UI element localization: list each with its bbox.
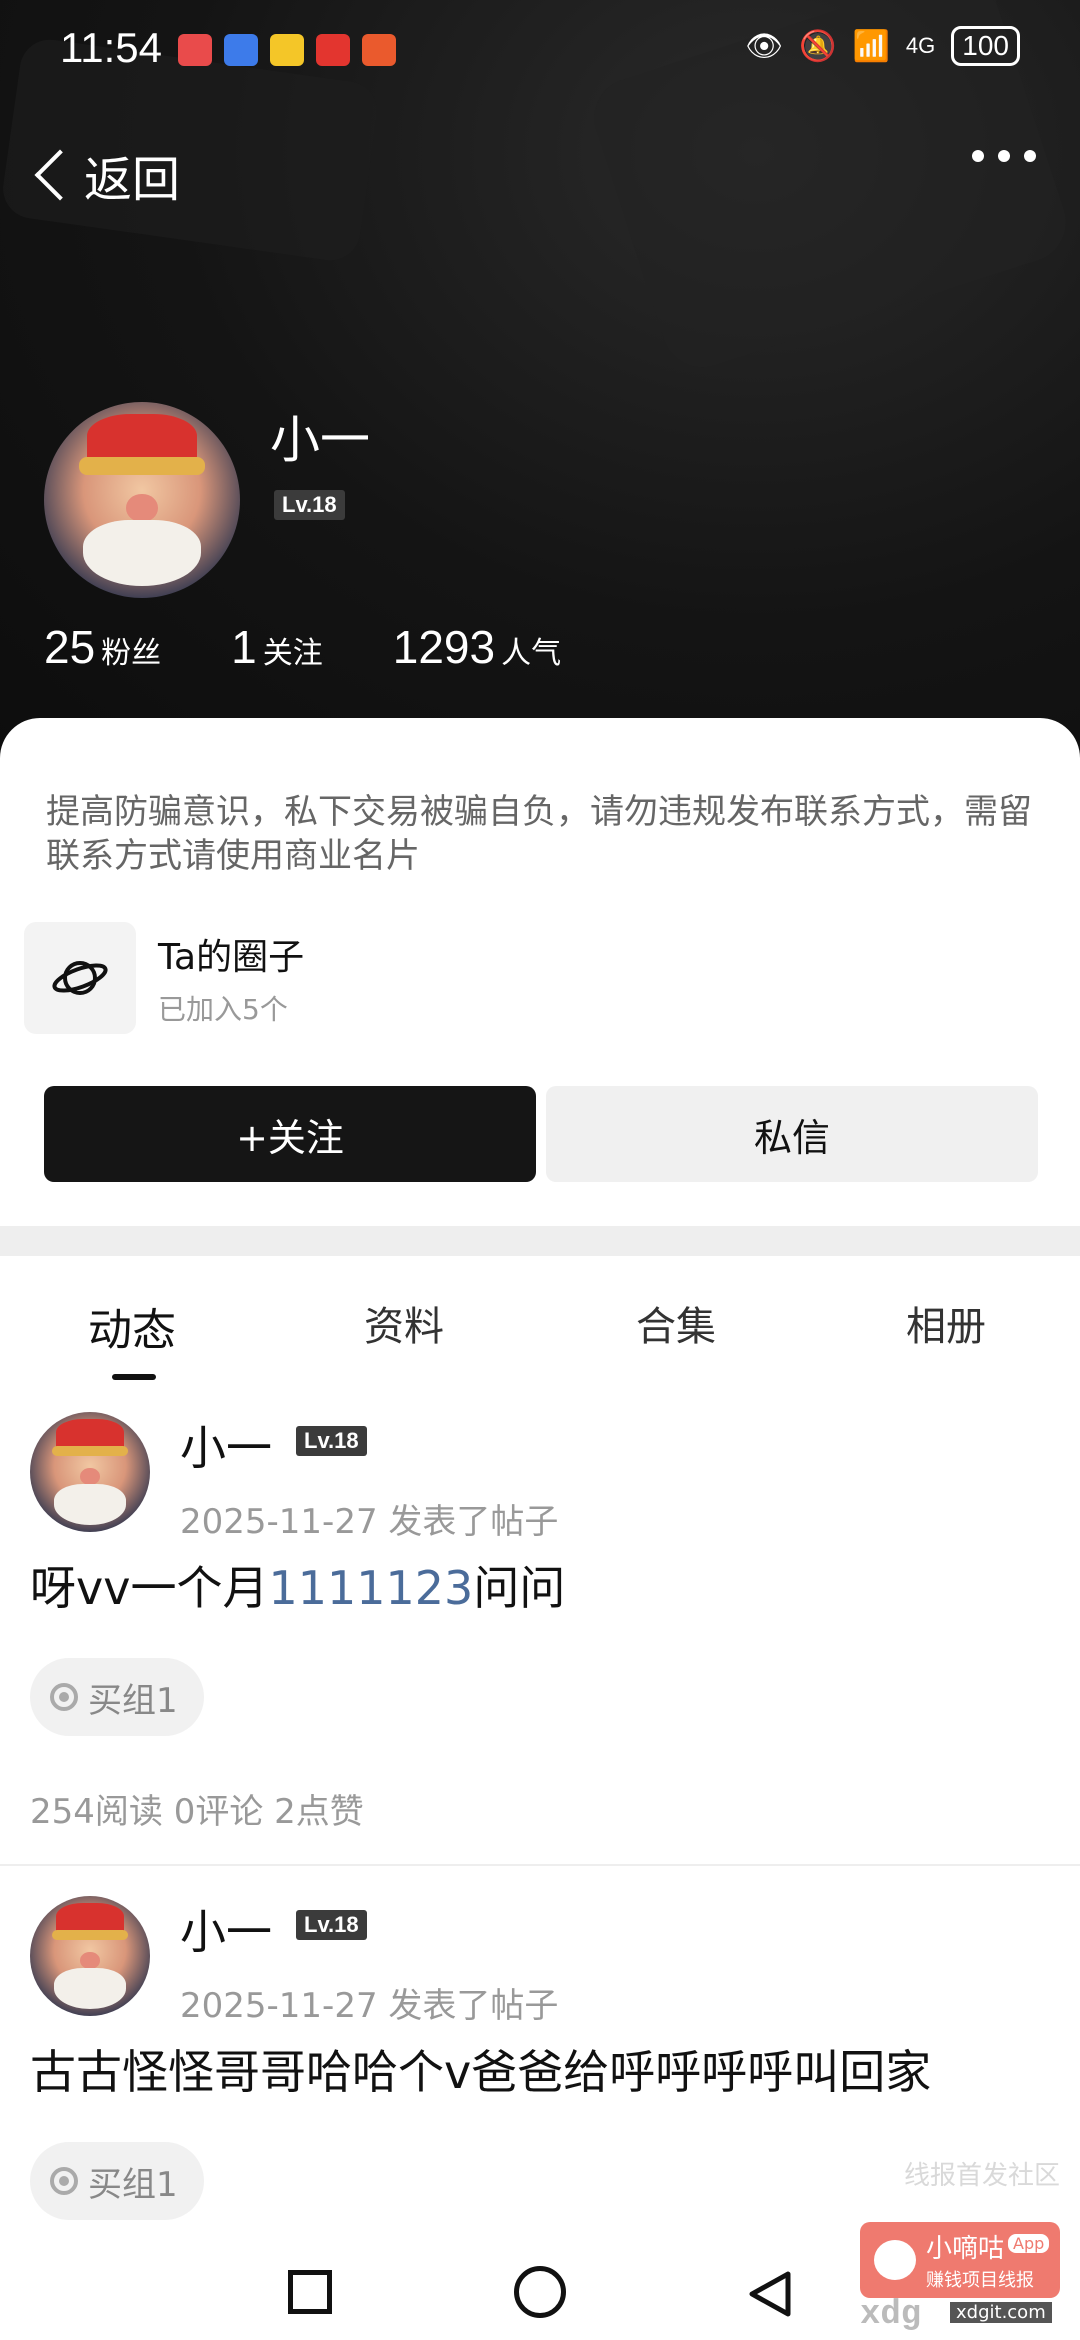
divider xyxy=(0,1864,1080,1866)
back-label: 返回 xyxy=(84,152,181,208)
watermark-url-small: xdgit.com xyxy=(950,2302,1052,2323)
post-author: 小一 xyxy=(180,1905,272,1959)
recents-button[interactable] xyxy=(288,2270,332,2314)
post-content: 古古怪怪哥哥哈哈个v爸爸给呼呼呼呼叫回家 xyxy=(30,2045,932,2099)
profile-tabs: 动态 资料 合集 相册 xyxy=(0,1256,1080,1386)
circle-tag[interactable]: 买组1 xyxy=(30,2142,204,2220)
anti-fraud-notice: 提高防骗意识，私下交易被骗自负，请勿违规发布联系方式，需留联系方式请使用商业名片 xyxy=(46,792,1032,876)
avatar[interactable] xyxy=(30,1412,150,1532)
circle-subtitle: 已加入5个 xyxy=(158,993,288,1026)
status-bar: 11:54 👁 🔕 📶 4G 100 xyxy=(0,20,1080,80)
dot-icon xyxy=(1024,150,1036,162)
message-app-icon xyxy=(224,34,258,66)
message-button[interactable]: 私信 xyxy=(546,1086,1038,1182)
notification-app-icon xyxy=(270,34,304,66)
stat-fans[interactable]: 25 粉丝 xyxy=(44,620,161,674)
level-badge: Lv.18 xyxy=(296,1426,367,1456)
level-badge: Lv.18 xyxy=(296,1910,367,1940)
more-options-button[interactable] xyxy=(972,150,1036,162)
post-link[interactable]: 1111123 xyxy=(268,1561,473,1615)
back-triangle-icon[interactable] xyxy=(744,2268,796,2320)
profile-name: 小一 xyxy=(270,411,370,469)
stat-popularity: 1293 人气 xyxy=(392,621,562,673)
tab-feed[interactable]: 动态 xyxy=(88,1294,176,1358)
profile-header-background: 11:54 👁 🔕 📶 4G 100 返回 小一 Lv.18 25 粉丝 1 关… xyxy=(0,0,1080,760)
post-stats: 254阅读 0评论 2点赞 xyxy=(30,1792,364,1832)
mute-bell-icon: 🔕 xyxy=(799,28,837,64)
notification-app-icon xyxy=(316,34,350,66)
watermark-text: 线报首发社区 xyxy=(903,2161,1060,2191)
chevron-left-icon xyxy=(34,149,86,201)
watermark-url: xdg xyxy=(860,2296,922,2334)
list-item[interactable]: 小一 Lv.18 2025-11-27 发表了帖子 呀vv一个月1111123问… xyxy=(0,1412,1080,1852)
battery-indicator: 100 xyxy=(951,26,1020,66)
follow-button[interactable]: +关注 xyxy=(44,1086,536,1182)
home-button[interactable] xyxy=(514,2266,566,2318)
level-badge: Lv.18 xyxy=(274,490,345,520)
mascot-icon xyxy=(874,2240,916,2280)
stat-following[interactable]: 1 关注 xyxy=(231,620,323,674)
post-date: 2025-11-27 发表了帖子 xyxy=(180,1502,559,1542)
circle-tag[interactable]: 买组1 xyxy=(30,1658,204,1736)
dot-icon xyxy=(998,150,1010,162)
circle-entry[interactable]: Ta的圈子 已加入5个 xyxy=(24,922,304,1034)
eye-icon: 👁 xyxy=(745,28,784,64)
tab-info[interactable]: 资料 xyxy=(364,1294,444,1352)
post-date: 2025-11-27 发表了帖子 xyxy=(180,1986,559,2026)
notification-app-icon xyxy=(178,34,212,66)
avatar[interactable] xyxy=(30,1896,150,2016)
circle-title: Ta的圈子 xyxy=(158,937,305,978)
post-author: 小一 xyxy=(180,1421,272,1475)
status-time: 11:54 xyxy=(60,24,162,71)
wifi-icon: 📶 xyxy=(852,28,890,64)
tab-album[interactable]: 相册 xyxy=(906,1294,986,1352)
target-icon xyxy=(50,2167,78,2195)
tab-collections[interactable]: 合集 xyxy=(636,1294,716,1352)
watermark-logo: 小嘀咕 App 赚钱项目线报 xyxy=(860,2222,1060,2298)
dot-icon xyxy=(972,150,984,162)
target-icon xyxy=(50,1683,78,1711)
network-label: 4G xyxy=(905,33,936,58)
post-content: 呀vv一个月1111123问问 xyxy=(30,1561,566,1615)
back-button[interactable]: 返回 xyxy=(28,140,180,210)
planet-icon xyxy=(24,922,136,1034)
section-divider xyxy=(0,1226,1080,1256)
avatar[interactable] xyxy=(44,402,240,598)
profile-stats: 25 粉丝 1 关注 1293 人气 xyxy=(44,620,631,674)
active-tab-indicator xyxy=(112,1374,156,1380)
notification-app-icon xyxy=(362,34,396,66)
profile-card: 提高防骗意识，私下交易被骗自负，请勿违规发布联系方式，需留联系方式请使用商业名片… xyxy=(0,718,1080,1228)
